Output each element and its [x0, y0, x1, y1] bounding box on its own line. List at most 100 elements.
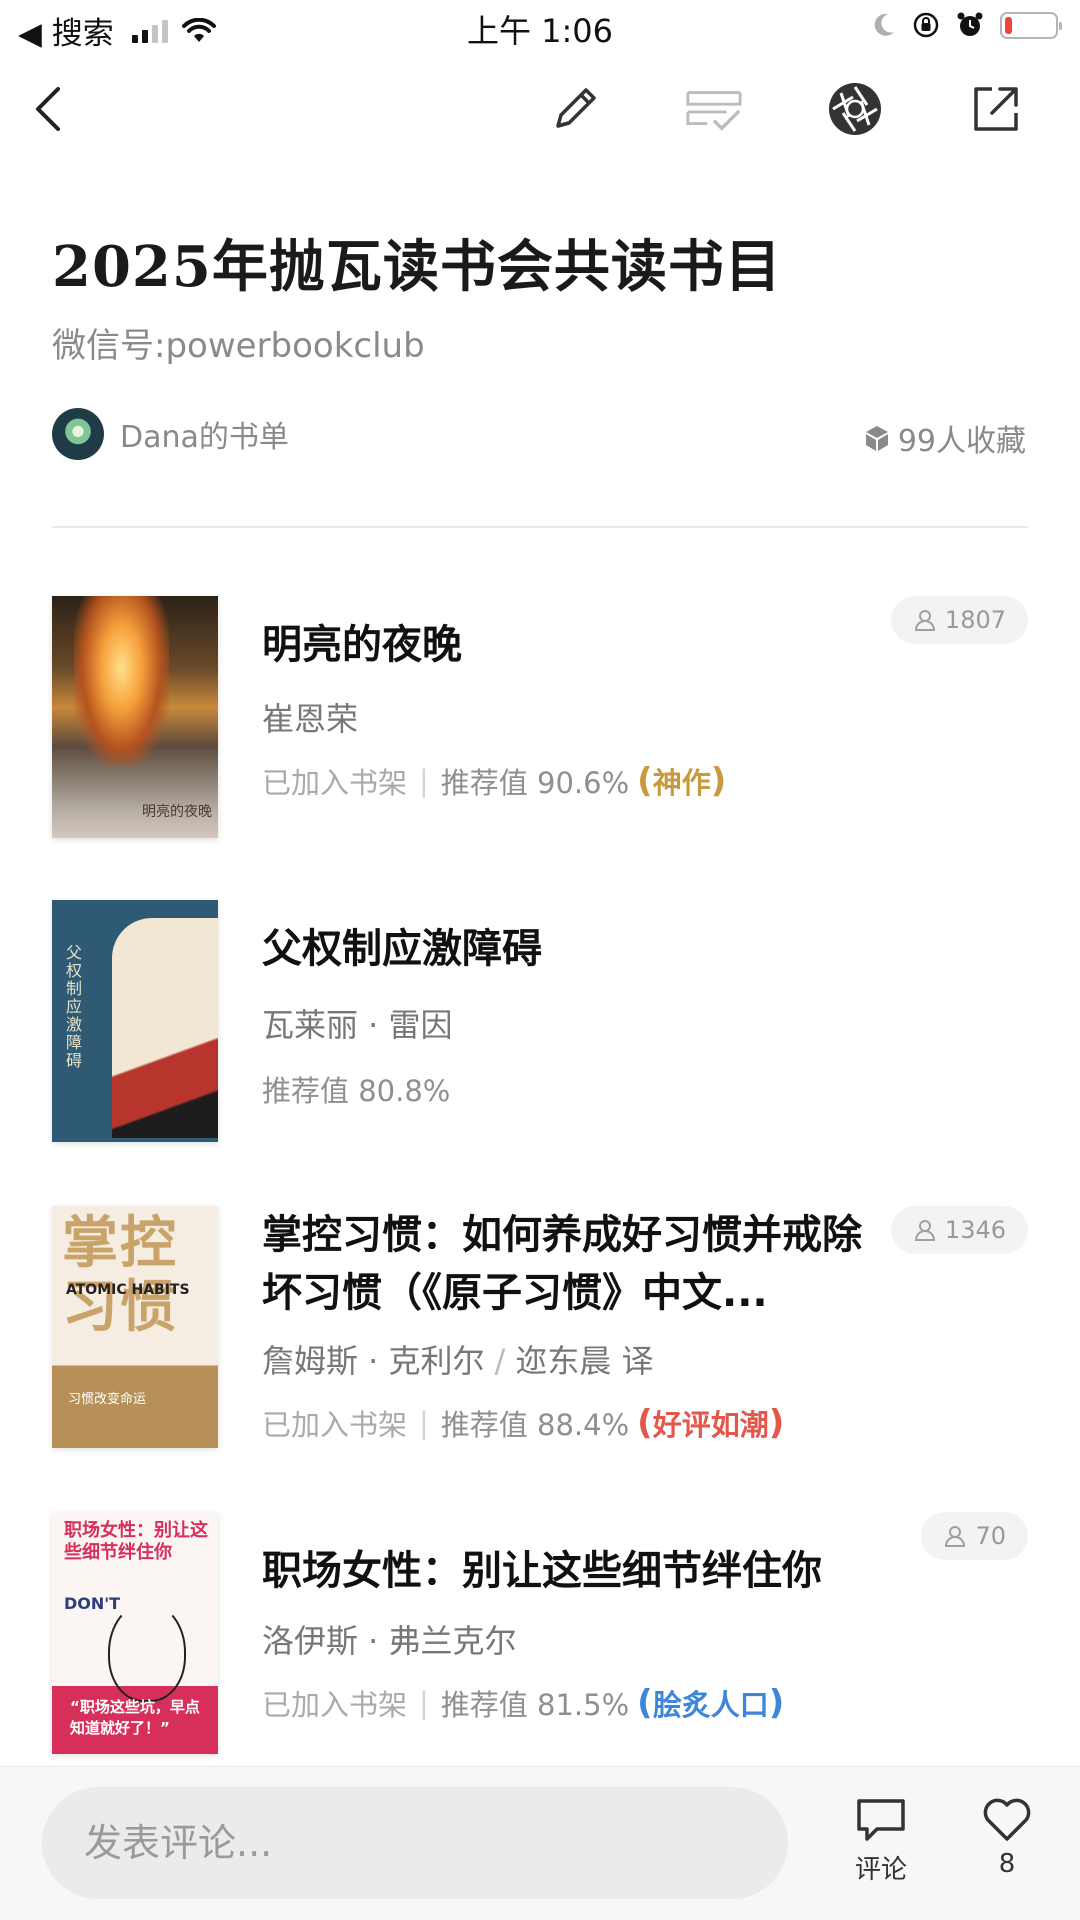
author-name: 詹姆斯 · 克利尔 — [262, 1342, 485, 1380]
avatar[interactable] — [52, 408, 104, 460]
book-title: 明亮的夜晚 — [262, 622, 462, 668]
heart-icon — [983, 1798, 1031, 1841]
translator-name: 迩东晨 译 — [515, 1342, 654, 1380]
laurel-right-icon: ) — [768, 1403, 785, 1443]
cover-art — [108, 1602, 186, 1702]
recommend-value: 推荐值 88.4% — [440, 1408, 630, 1442]
person-icon — [914, 1220, 935, 1241]
badge-label: 好评如潮 — [652, 1408, 769, 1442]
rating-badge: (好评如潮) — [637, 1402, 784, 1444]
page-title: 2025年抛瓦读书会共读书目 — [52, 234, 782, 300]
readers-count: 70 — [921, 1512, 1028, 1560]
book-meta: 推荐值 80.8% — [262, 1068, 450, 1110]
readers-label: 1807 — [944, 606, 1006, 634]
laurel-right-icon: ) — [768, 1683, 785, 1723]
cube-icon — [865, 426, 888, 451]
laurel-left-icon: ( — [637, 761, 653, 801]
author-name: 瓦莱丽 · 雷因 — [262, 1006, 453, 1044]
cover-subtitle: DON'T — [64, 1594, 121, 1613]
shelf-status: 已加入书架 — [262, 1688, 408, 1722]
readers-label: 1346 — [944, 1216, 1006, 1244]
status-bar-right — [872, 11, 1062, 39]
author-name: 崔恩荣 — [262, 700, 359, 738]
laurel-left-icon: ( — [637, 1683, 653, 1723]
collect-label: 99人收藏 — [897, 424, 1026, 459]
bottom-bar: 评论 8 — [0, 1766, 1080, 1920]
cover-tagline: 习惯改变命运 — [68, 1392, 147, 1407]
recommend-value: 推荐值 80.8% — [262, 1074, 451, 1108]
book-title: 父权制应激障碍 — [262, 926, 542, 972]
book-author: 洛伊斯 · 弗兰克尔 — [262, 1616, 517, 1662]
meta-separator: | — [419, 1406, 429, 1440]
cover-art — [74, 596, 169, 766]
cover-art — [112, 918, 218, 1138]
book-item[interactable]: 职场女性：别让这些细节绊住你 DON'T “职场这些坑，早点知道就好了！” 职场… — [0, 1512, 1080, 1762]
cover-tagline: “职场这些坑，早点知道就好了！” — [70, 1698, 200, 1737]
battery-icon — [1000, 11, 1062, 39]
book-author: 崔恩荣 — [262, 694, 358, 740]
meta-separator: | — [419, 1686, 429, 1720]
back-button[interactable] — [18, 79, 78, 139]
comment-input[interactable] — [42, 1787, 788, 1899]
manage-list-button[interactable] — [684, 79, 744, 139]
book-author: 瓦莱丽 · 雷因 — [262, 1000, 453, 1046]
person-icon — [945, 1526, 966, 1547]
page-subtitle: 微信号:powerbookclub — [52, 326, 425, 366]
edit-icon — [556, 88, 596, 128]
book-cover[interactable]: 父权制应激障碍 — [52, 900, 218, 1142]
list-author[interactable]: Dana的书单 — [52, 408, 289, 460]
author-name[interactable]: Dana的书单 — [120, 412, 289, 456]
cellular-signal-icon — [131, 19, 168, 43]
cover-title: 职场女性：别让这些细节绊住你 — [64, 1520, 208, 1563]
moon-icon — [874, 13, 894, 36]
book-item[interactable]: 明亮的夜晚 明亮的夜晚 崔恩荣 已加入书架 | 推荐值 90.6% (神作) 1… — [0, 596, 1080, 846]
cover-subtitle: ATOMIC HABITS — [66, 1282, 190, 1298]
share-moments-button[interactable] — [825, 79, 885, 139]
comment-button[interactable]: 评论 — [836, 1797, 926, 1886]
rating-badge: (神作) — [637, 760, 726, 802]
cover-title: 掌控习惯 — [62, 1211, 178, 1340]
back-icon — [36, 87, 60, 131]
comment-icon — [857, 1799, 905, 1841]
manage-icon — [686, 91, 742, 131]
book-cover[interactable]: 明亮的夜晚 — [52, 596, 218, 838]
author-name: 洛伊斯 · 弗兰克尔 — [262, 1622, 517, 1660]
cover-title: 父权制应激障碍 — [66, 943, 83, 1070]
book-title: 职场女性：别让这些细节绊住你 — [262, 1548, 822, 1594]
book-item[interactable]: 父权制应激障碍 父权制应激障碍 瓦莱丽 · 雷因 推荐值 80.8% — [0, 900, 1080, 1150]
collect-count: 99人收藏 — [864, 416, 1026, 460]
edit-button[interactable] — [545, 79, 605, 139]
author-separator: / — [494, 1342, 506, 1380]
like-count: 8 — [998, 1849, 1016, 1879]
share-button[interactable] — [966, 79, 1026, 139]
comment-label: 评论 — [854, 1855, 907, 1885]
readers-count: 1807 — [890, 596, 1028, 644]
shelf-status: 已加入书架 — [262, 766, 408, 800]
share-moments-icon — [829, 83, 881, 135]
badge-label: 神作 — [652, 766, 711, 800]
nav-bar — [0, 64, 1080, 154]
book-item[interactable]: 掌控习惯 ATOMIC HABITS 习惯改变命运 掌控习惯：如何养成好习惯并戒… — [0, 1206, 1080, 1456]
book-cover[interactable]: 掌控习惯 ATOMIC HABITS 习惯改变命运 — [52, 1206, 218, 1448]
laurel-left-icon: ( — [637, 1403, 653, 1443]
badge-label: 脍炙人口 — [652, 1688, 769, 1722]
wifi-icon — [181, 17, 216, 42]
book-meta: 已加入书架 | 推荐值 81.5% (脍炙人口) — [262, 1682, 784, 1724]
laurel-right-icon: ) — [710, 761, 727, 801]
back-to-search-link[interactable]: ◀ 搜索 — [18, 8, 114, 53]
book-meta: 已加入书架 | 推荐值 90.6% (神作) — [262, 760, 726, 802]
cover-title: 明亮的夜晚 — [142, 804, 212, 820]
person-icon — [914, 610, 935, 631]
divider — [52, 526, 1028, 528]
recommend-value: 推荐值 81.5% — [440, 1688, 630, 1722]
book-meta: 已加入书架 | 推荐值 88.4% (好评如潮) — [262, 1402, 784, 1444]
alarm-icon — [957, 12, 983, 36]
rotation-lock-icon — [913, 12, 939, 38]
meta-separator: | — [419, 764, 429, 798]
status-bar-left: ◀ 搜索 — [18, 8, 216, 53]
book-cover[interactable]: 职场女性：别让这些细节绊住你 DON'T “职场这些坑，早点知道就好了！” — [52, 1512, 218, 1754]
recommend-value: 推荐值 90.6% — [440, 766, 630, 800]
like-button[interactable]: 8 — [962, 1797, 1052, 1879]
book-author: 詹姆斯 · 克利尔 / 迩东晨 译 — [262, 1336, 654, 1382]
shelf-status: 已加入书架 — [262, 1408, 408, 1442]
